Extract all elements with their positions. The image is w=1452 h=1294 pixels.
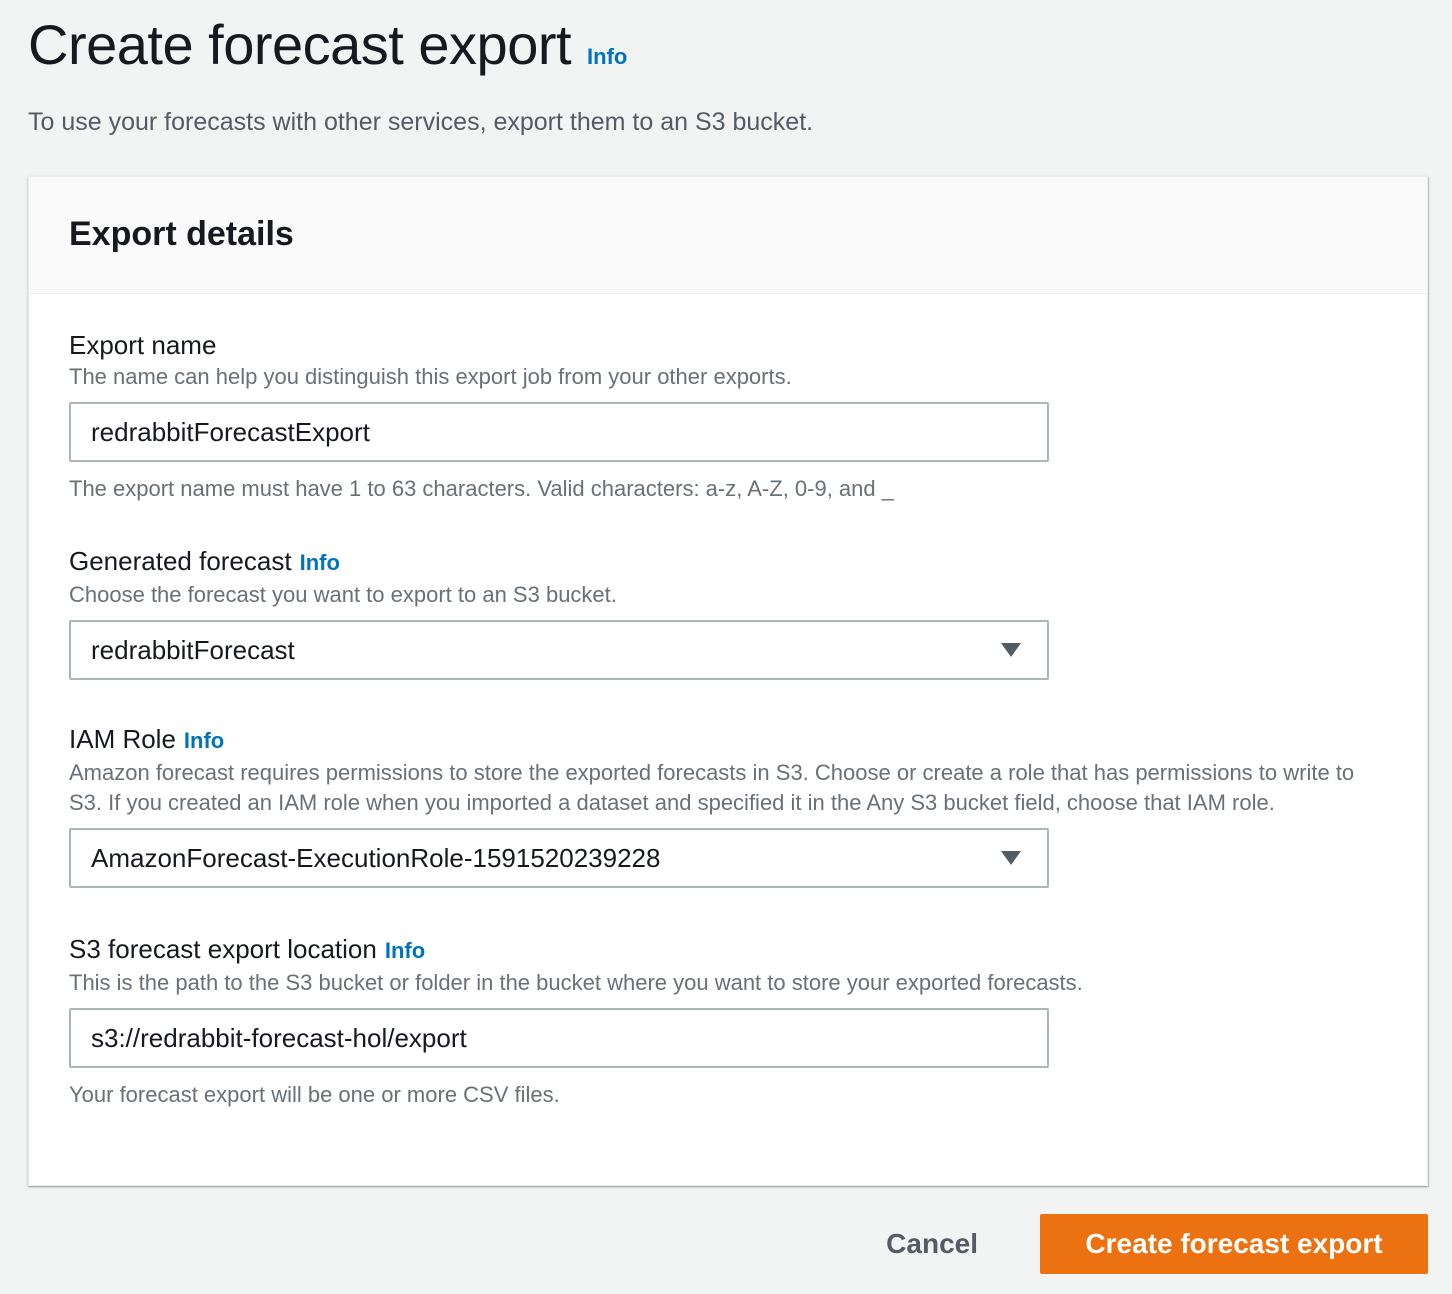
panel-title: Export details	[69, 215, 294, 253]
iam-role-select[interactable]: AmazonForecast-ExecutionRole-15915202392…	[69, 828, 1049, 888]
s3-location-field: S3 forecast export location Info This is…	[69, 932, 1387, 1110]
create-forecast-export-button[interactable]: Create forecast export	[1040, 1214, 1428, 1274]
generated-forecast-field: Generated forecast Info Choose the forec…	[69, 544, 1387, 680]
generated-forecast-label-text: Generated forecast	[69, 546, 292, 576]
export-name-description: The name can help you distinguish this e…	[69, 364, 792, 389]
export-name-label-text: Export name	[69, 330, 217, 360]
export-name-field: Export name The name can help you distin…	[69, 328, 1387, 504]
page-info-link[interactable]: Info	[587, 44, 627, 70]
form-actions: Cancel Create forecast export	[862, 1214, 1428, 1274]
s3-location-label: S3 forecast export location Info	[69, 932, 1387, 968]
iam-role-field: IAM Role Info Amazon forecast requires p…	[69, 722, 1387, 888]
export-name-value: redrabbitForecastExport	[91, 416, 370, 447]
s3-location-label-text: S3 forecast export location	[69, 934, 377, 964]
generated-forecast-description: Choose the forecast you want to export t…	[69, 582, 617, 607]
page-title: Create forecast export	[28, 13, 572, 76]
s3-location-input[interactable]: s3://redrabbit-forecast-hol/export	[69, 1008, 1049, 1068]
iam-role-value: AmazonForecast-ExecutionRole-15915202392…	[91, 842, 661, 873]
iam-role-info-link[interactable]: Info	[184, 724, 224, 758]
generated-forecast-info-link[interactable]: Info	[300, 546, 340, 580]
page-description: To use your forecasts with other service…	[28, 108, 814, 136]
s3-location-description: This is the path to the S3 bucket or fol…	[69, 970, 1083, 995]
s3-location-help: Your forecast export will be one or more…	[69, 1082, 560, 1107]
generated-forecast-value: redrabbitForecast	[91, 634, 295, 665]
panel-header: Export details	[29, 177, 1427, 294]
generated-forecast-select[interactable]: redrabbitForecast	[69, 620, 1049, 680]
export-name-input[interactable]: redrabbitForecastExport	[69, 402, 1049, 462]
caret-down-icon	[1001, 851, 1021, 865]
s3-location-info-link[interactable]: Info	[385, 934, 425, 968]
page-header: Create forecast export Info	[28, 12, 627, 77]
export-name-label: Export name	[69, 328, 1387, 362]
cancel-button[interactable]: Cancel	[862, 1214, 1002, 1274]
s3-location-value: s3://redrabbit-forecast-hol/export	[91, 1022, 467, 1053]
caret-down-icon	[1001, 643, 1021, 657]
iam-role-label: IAM Role Info	[69, 722, 1387, 758]
iam-role-label-text: IAM Role	[69, 724, 176, 754]
iam-role-description: Amazon forecast requires permissions to …	[69, 760, 1355, 815]
page: Create forecast export Info To use your …	[0, 0, 1452, 1294]
export-name-constraint: The export name must have 1 to 63 charac…	[69, 476, 894, 501]
export-details-panel: Export details Export name The name can …	[28, 176, 1428, 1186]
generated-forecast-label: Generated forecast Info	[69, 544, 1387, 580]
panel-body: Export name The name can help you distin…	[29, 294, 1427, 1110]
